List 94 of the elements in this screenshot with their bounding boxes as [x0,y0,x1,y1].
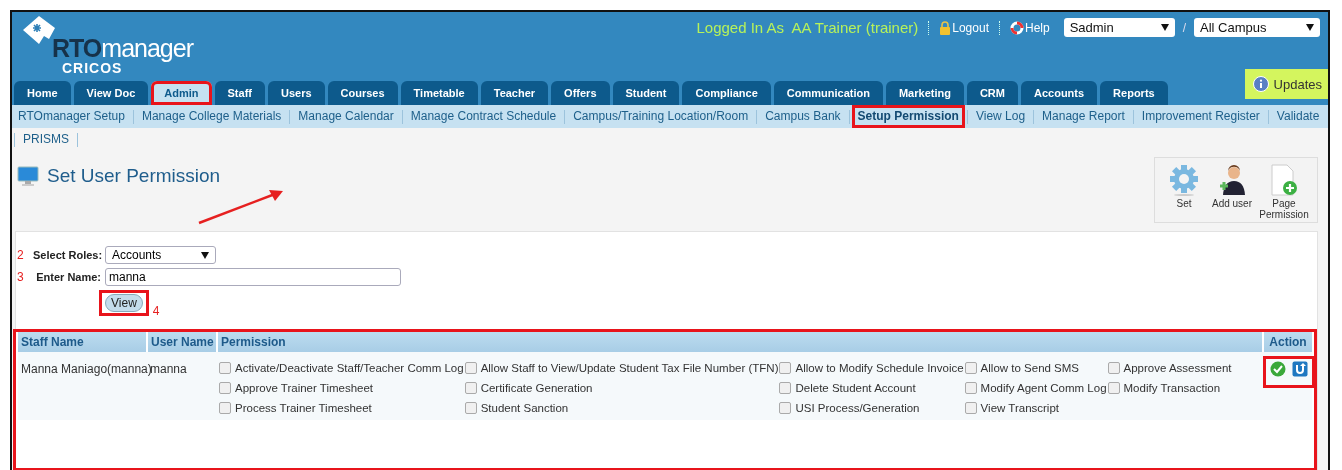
checkbox[interactable] [1107,382,1120,394]
nav-tab[interactable]: Teacher [480,81,549,105]
undo-icon[interactable] [1292,361,1308,377]
checkbox-label: Delete Student Account [795,382,916,394]
subnav-link[interactable]: Setup Permission [851,105,965,128]
nav-tab[interactable]: Offers [551,81,610,105]
column-header: Staff Name [18,332,147,352]
checkbox-label: Approve Trainer Timesheet [235,382,374,394]
nav-tab[interactable]: CRM [966,81,1018,105]
step-number: 4 [152,304,160,318]
step-number: 3 [16,270,25,284]
checkbox[interactable] [464,382,477,394]
subnav-link[interactable]: Manage College Materials [135,105,288,128]
logout-link[interactable]: Logout [939,20,989,35]
toolbar-button[interactable]: Page Permission [1259,164,1309,220]
page-add-icon [1269,164,1299,196]
subnav-link[interactable]: Manage Report [1036,105,1131,128]
checkbox[interactable] [779,402,792,414]
checkbox-label: Certificate Generation [480,382,593,394]
subnav-link[interactable]: Manage Calendar [292,105,400,128]
checkbox-label: Process Trainer Timesheet [235,402,372,414]
nav-tab[interactable]: Marketing [885,81,964,105]
checkbox[interactable] [964,362,977,374]
checkbox[interactable] [219,362,231,374]
check-icon[interactable] [1270,361,1286,377]
column-header: Action [1263,332,1312,352]
checkbox[interactable] [779,382,792,394]
caret-icon [1306,24,1314,31]
caret-icon [201,251,209,259]
updates-button[interactable]: Updates [1244,69,1328,99]
nav-tab[interactable]: Compliance [682,81,771,105]
nav-tab[interactable]: Communication [773,81,883,105]
checkbox[interactable] [219,382,231,394]
column-header: User Name [147,332,217,352]
toolbar-button[interactable]: Add user [1211,164,1253,220]
nav-tab[interactable]: Users [267,81,325,105]
toolbar-button[interactable]: Set [1163,164,1205,220]
subnav-link[interactable]: Campus/Training Location/Room [567,105,755,128]
help-link[interactable]: Help [1009,20,1050,35]
subnav-link[interactable]: View Log [969,105,1032,128]
nav-tab[interactable]: Accounts [1021,81,1098,105]
table-cell: Manna Maniago(manna) [21,362,152,376]
nav-tab[interactable]: Student [612,81,680,105]
checkbox-label: USI Process/Generation [795,402,920,414]
field-label: Select Roles: [33,249,101,261]
checkbox-label: Allow to Send SMS [980,362,1080,374]
campus-select[interactable]: All Campus [1194,18,1320,37]
field-label: Enter Name: [35,271,101,283]
caret-icon [1160,24,1169,31]
subnav-link[interactable]: Campus Bank [759,105,847,128]
column-header: Permission [217,332,1263,352]
checkbox[interactable] [1107,362,1120,374]
subnav-link[interactable]: PRISMS [17,128,75,151]
lock-icon [939,20,952,35]
checkbox-label: Modify Agent Comm Log [980,382,1107,394]
lifebuoy-icon [1009,20,1024,35]
checkbox[interactable] [964,402,977,414]
info-icon [1252,76,1269,92]
subnav-link[interactable]: Improvement Register [1135,105,1266,128]
nav-tab[interactable]: Reports [1100,81,1168,105]
subnav-link[interactable]: Manage Contract Schedule [404,105,563,128]
nav-tab[interactable]: Admin [151,81,212,105]
page-title: Set User Permission [47,165,221,187]
checkbox-label: Allow to Modify Schedule Invoice [795,362,964,374]
nav-tab[interactable]: View Doc [73,81,149,105]
logged-in-text: Logged In As AA Trainer (trainer) [696,19,919,36]
checkbox-label: Modify Transaction [1123,382,1221,394]
checkbox[interactable] [464,362,477,374]
checkbox-label: View Transcript [980,402,1059,414]
nav-tab[interactable]: Staff [214,81,265,105]
separator-text: / [1182,20,1186,35]
checkbox-label: Student Sanction [480,402,569,414]
checkbox[interactable] [964,382,977,394]
gear-icon [1169,164,1199,196]
checkbox-label: Approve Assessment [1123,362,1232,374]
nav-tab[interactable]: Courses [327,81,398,105]
roles-select[interactable]: Accounts [105,246,216,264]
view-button[interactable]: View [105,294,143,312]
table-cell: manna [150,362,187,376]
nav-tab[interactable]: Timetable [400,81,478,105]
subnav-link[interactable]: Validate [1270,105,1326,128]
user-select[interactable]: Sadmin [1063,18,1175,37]
step-number: 2 [16,248,25,262]
monitor-icon [17,166,39,186]
checkbox-label: Allow Staff to View/Update Student Tax File Number (TFN) [480,362,779,374]
subnav-link[interactable]: RTOmanager Setup [12,105,131,128]
checkbox[interactable] [779,362,792,374]
logo-subtitle: CRICOS [62,61,123,75]
checkbox[interactable] [219,402,231,414]
name-input[interactable]: manna [105,268,401,286]
nav-tab[interactable]: Home [14,81,71,105]
checkbox-label: Activate/Deactivate Staff/Teacher Comm Log [235,362,464,374]
checkbox[interactable] [464,402,477,414]
add-user-icon [1217,164,1247,196]
